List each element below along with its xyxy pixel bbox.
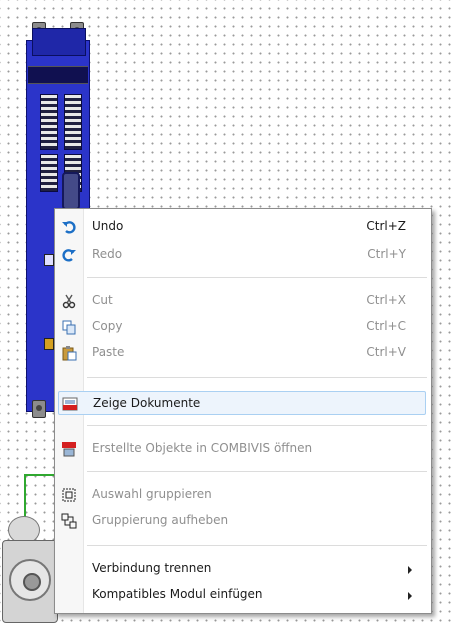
status-led-icon <box>44 254 54 266</box>
menu-item-cut[interactable]: Cut Ctrl+X <box>58 289 426 313</box>
redo-icon <box>62 249 76 262</box>
terminal-block-icon <box>40 154 58 192</box>
scissors-icon <box>62 294 76 309</box>
connection-wire[interactable] <box>24 474 54 476</box>
terminal-block-icon <box>40 94 58 150</box>
menu-item-label: Gruppierung aufheben <box>92 513 229 527</box>
menu-item-group-selection[interactable]: Auswahl gruppieren <box>58 483 426 507</box>
paste-icon <box>62 346 77 361</box>
menu-item-disconnect[interactable]: Verbindung trennen <box>58 557 426 581</box>
menu-separator <box>87 377 427 378</box>
menu-item-paste[interactable]: Paste Ctrl+V <box>58 341 426 365</box>
module-connector-band <box>28 66 88 84</box>
menu-item-shortcut: Ctrl+V <box>366 345 406 359</box>
menu-item-label: Undo <box>92 219 124 233</box>
menu-item-label: Redo <box>92 247 123 261</box>
menu-item-undo[interactable]: Undo Ctrl+Z <box>58 215 426 239</box>
menu-item-copy[interactable]: Copy Ctrl+C <box>58 315 426 339</box>
combivis-icon <box>62 442 76 457</box>
menu-item-show-documents[interactable]: Zeige Dokumente <box>58 391 426 415</box>
menu-item-label: Auswahl gruppieren <box>92 487 212 501</box>
menu-separator <box>87 425 427 426</box>
copy-icon <box>62 320 76 335</box>
submenu-arrow-icon <box>408 566 412 574</box>
motor-component[interactable] <box>2 540 58 623</box>
menu-item-label: Verbindung trennen <box>92 561 212 575</box>
menu-item-shortcut: Ctrl+C <box>366 319 406 333</box>
motor-flange-icon <box>9 559 51 601</box>
menu-item-label: Paste <box>92 345 125 359</box>
menu-item-insert-compatible-module[interactable]: Kompatibles Modul einfügen <box>58 583 426 607</box>
context-menu: Undo Ctrl+Z Redo Ctrl+Y Cut Ctrl+X Copy … <box>54 208 432 614</box>
dsub-connector-icon <box>62 172 80 210</box>
terminal-block-icon <box>64 94 82 150</box>
menu-item-redo[interactable]: Redo Ctrl+Y <box>58 243 426 267</box>
menu-separator <box>87 545 427 546</box>
undo-icon <box>62 221 76 234</box>
screw-terminal-icon <box>32 400 46 418</box>
module-top-plate <box>32 28 86 56</box>
menu-item-label: Kompatibles Modul einfügen <box>92 587 263 601</box>
menu-item-label: Cut <box>92 293 113 307</box>
menu-item-shortcut: Ctrl+Z <box>366 219 406 233</box>
connection-wire[interactable] <box>24 474 26 518</box>
menu-item-label: Copy <box>92 319 123 333</box>
menu-item-label: Erstellte Objekte in COMBIVIS öffnen <box>92 441 313 455</box>
documents-icon <box>62 397 78 411</box>
menu-item-label: Zeige Dokumente <box>93 396 201 410</box>
menu-separator <box>87 471 427 472</box>
motor-shaft-icon <box>23 573 41 591</box>
ungroup-icon <box>61 513 77 529</box>
menu-item-shortcut: Ctrl+X <box>366 293 406 307</box>
submenu-arrow-icon <box>408 592 412 600</box>
menu-item-shortcut: Ctrl+Y <box>367 247 406 261</box>
menu-item-open-in-combivis[interactable]: Erstellte Objekte in COMBIVIS öffnen <box>58 437 426 461</box>
menu-separator <box>87 277 427 278</box>
label-icon <box>44 338 54 350</box>
group-icon <box>62 488 76 502</box>
menu-item-ungroup[interactable]: Gruppierung aufheben <box>58 509 426 533</box>
